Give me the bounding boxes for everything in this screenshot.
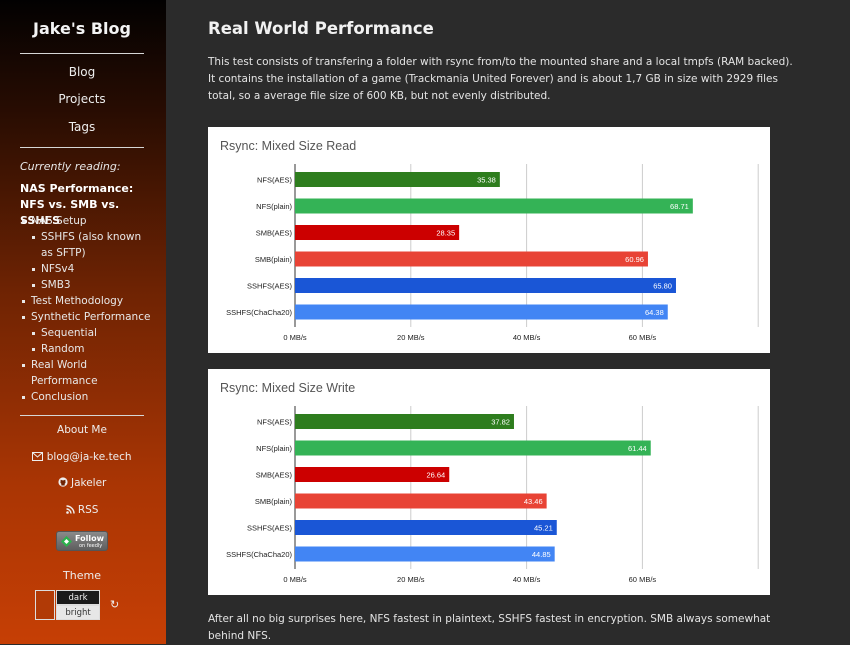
nav-projects-link[interactable]: Projects xyxy=(20,92,144,106)
category-label: SSHFS(AES) xyxy=(247,282,293,291)
data-label: 65.80 xyxy=(653,282,672,291)
github-link[interactable]: Jakeler xyxy=(20,477,144,489)
rss-icon xyxy=(65,504,75,516)
rss-label: RSS xyxy=(77,504,99,516)
toc-item-nas-setup[interactable]: NAS Setup xyxy=(20,213,156,229)
data-label: 60.96 xyxy=(625,255,644,264)
chart-title: Rsync: Mixed Size Write xyxy=(220,381,355,395)
x-tick-label: 60 MB/s xyxy=(629,333,657,342)
data-label: 45.21 xyxy=(534,524,553,533)
category-label: SSHFS(ChaCha20) xyxy=(226,550,292,559)
category-label: NFS(AES) xyxy=(257,176,293,185)
bar xyxy=(295,278,676,293)
sidebar: Jake's Blog Blog Projects Tags Currently… xyxy=(0,0,166,644)
write-chart-svg: 0 MB/s 20 MB/s 40 MB/s 60 MB/s Rsync: Mixed … xyxy=(220,381,759,584)
bar xyxy=(295,493,547,509)
toc-item-nfsv4[interactable]: NFSv4 xyxy=(20,261,156,277)
feedly-follow-label: Follow xyxy=(75,534,105,543)
theme-label: Theme xyxy=(63,569,101,582)
bar xyxy=(295,304,668,320)
blog-title-link[interactable]: Jake's Blog xyxy=(20,19,144,38)
intro-paragraph: This test consists of transfering a fold… xyxy=(208,56,793,102)
toc-item-synthetic-performance[interactable]: Synthetic Performance xyxy=(20,309,156,325)
data-label: 61.44 xyxy=(628,444,647,453)
read-chart-svg: 0 MB/s 20 MB/s 40 MB/s 60 MB/s Rsync: Mixed … xyxy=(220,139,759,342)
nav-tags-link[interactable]: Tags xyxy=(20,120,144,134)
data-label: 28.35 xyxy=(436,229,455,238)
rss-link[interactable]: RSS xyxy=(20,504,144,516)
about-me-link[interactable]: About Me xyxy=(20,424,144,436)
x-tick-label: 20 MB/s xyxy=(397,333,425,342)
x-tick-label: 20 MB/s xyxy=(397,575,425,584)
data-label: 44.85 xyxy=(532,550,551,559)
category-label: SMB(AES) xyxy=(256,229,293,238)
x-tick-label: 0 MB/s xyxy=(283,333,307,342)
category-label: NFS(plain) xyxy=(256,202,292,211)
bar xyxy=(295,225,460,240)
divider xyxy=(20,53,144,54)
x-tick-label: 40 MB/s xyxy=(513,575,541,584)
bar xyxy=(295,414,514,429)
toc-item-conclusion[interactable]: Conclusion xyxy=(20,389,156,405)
feedly-sub-label: on feedly xyxy=(79,543,103,549)
data-label: 26.64 xyxy=(426,471,445,480)
theme-dark-button[interactable]: dark xyxy=(56,590,100,605)
toc-item-test-methodology[interactable]: Test Methodology xyxy=(20,293,156,309)
category-label: SMB(plain) xyxy=(255,255,293,264)
bar xyxy=(295,546,555,562)
category-label: SMB(AES) xyxy=(256,471,293,480)
data-label: 68.71 xyxy=(670,202,689,211)
table-of-contents: NAS Setup SSHFS (also known as SFTP) NFS… xyxy=(20,213,156,405)
data-label: 43.46 xyxy=(524,497,543,506)
github-icon xyxy=(58,477,68,489)
divider xyxy=(20,415,144,416)
bar xyxy=(295,172,500,187)
data-label: 35.38 xyxy=(477,176,496,185)
currently-reading-label: Currently reading: xyxy=(20,160,121,173)
follow-on-feedly-button[interactable]: Follow on feedly xyxy=(56,531,108,551)
reset-icon[interactable]: ↻ xyxy=(110,598,119,611)
chart-title: Rsync: Mixed Size Read xyxy=(220,139,356,153)
feedly-icon xyxy=(60,535,73,548)
category-label: NFS(plain) xyxy=(256,444,292,453)
category-label: SSHFS(ChaCha20) xyxy=(226,308,292,317)
divider xyxy=(20,147,144,148)
theme-color-swatch[interactable] xyxy=(35,590,55,620)
category-label: SSHFS(AES) xyxy=(247,524,293,533)
conclusion-paragraph: After all no big surprises here, NFS fas… xyxy=(208,613,771,642)
x-tick-label: 60 MB/s xyxy=(629,575,657,584)
x-tick-label: 0 MB/s xyxy=(283,575,307,584)
toc-item-random[interactable]: Random xyxy=(20,341,156,357)
category-label: SMB(plain) xyxy=(255,497,293,506)
email-label: blog@ja-ke.tech xyxy=(46,451,132,463)
data-label: 64.38 xyxy=(645,308,664,317)
email-link[interactable]: blog@ja-ke.tech xyxy=(20,451,144,463)
github-label: Jakeler xyxy=(70,477,107,489)
x-tick-label: 40 MB/s xyxy=(513,333,541,342)
section-heading: Real World Performance xyxy=(208,19,434,38)
bar xyxy=(295,440,651,456)
read-chart: 0 MB/s 20 MB/s 40 MB/s 60 MB/s Rsync: Mixed … xyxy=(208,127,770,353)
category-label: NFS(AES) xyxy=(257,418,293,427)
data-label: 37.82 xyxy=(491,418,510,427)
theme-bright-button[interactable]: bright xyxy=(56,605,100,620)
nav-blog-link[interactable]: Blog xyxy=(20,65,144,79)
toc-item-sequential[interactable]: Sequential xyxy=(20,325,156,341)
bar xyxy=(295,198,693,214)
toc-item-smb3[interactable]: SMB3 xyxy=(20,277,156,293)
bar xyxy=(295,520,557,535)
toc-item-sshfs[interactable]: SSHFS (also known as SFTP) xyxy=(20,229,156,261)
toc-item-real-world-performance[interactable]: Real World Performance xyxy=(20,357,156,389)
write-chart: 0 MB/s 20 MB/s 40 MB/s 60 MB/s Rsync: Mixed … xyxy=(208,369,770,595)
envelope-icon xyxy=(32,451,44,463)
bar xyxy=(295,251,648,267)
